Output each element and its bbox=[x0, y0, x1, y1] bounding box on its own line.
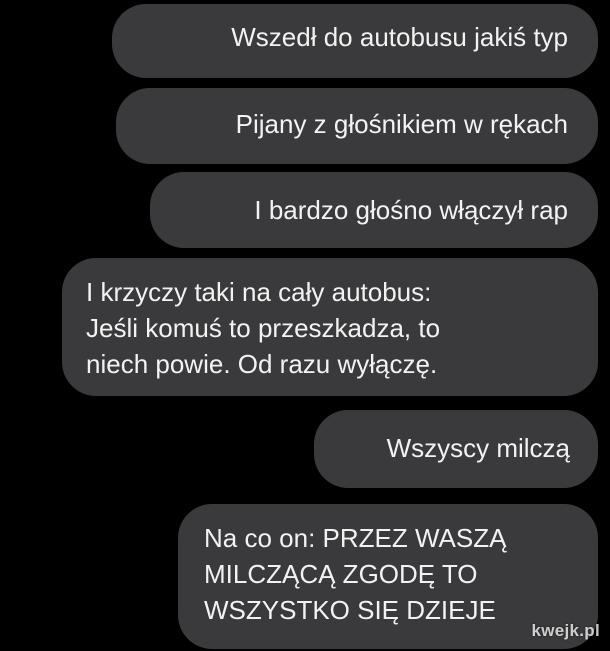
message-bubble: Wszyscy milczą bbox=[314, 410, 598, 488]
message-bubble: I bardzo głośno włączył rap bbox=[150, 172, 598, 248]
message-bubble: I krzyczy taki na cały autobus: Jeśli ko… bbox=[62, 258, 598, 396]
chat-thread: Wszedł do autobusu jakiś typ Pijany z gł… bbox=[0, 0, 610, 651]
watermark-logo: kwejk.pl bbox=[531, 621, 600, 640]
message-bubble: Pijany z głośnikiem w rękach bbox=[116, 88, 598, 164]
message-bubble: Wszedł do autobusu jakiś typ bbox=[112, 4, 598, 78]
